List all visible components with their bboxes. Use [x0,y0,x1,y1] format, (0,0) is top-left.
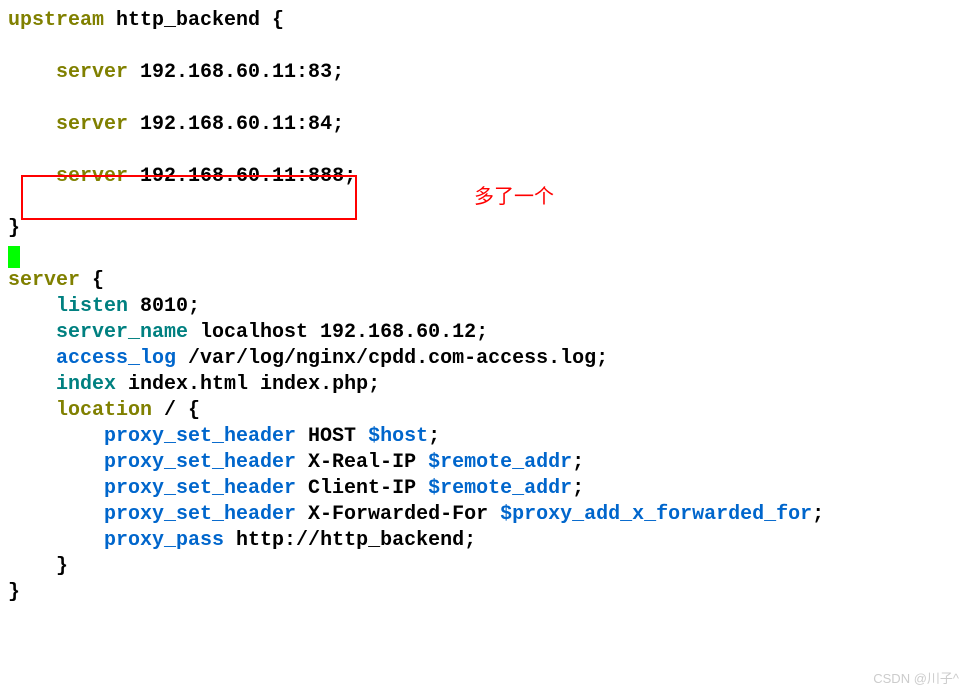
variable-remote-addr: $remote_addr [428,451,572,474]
code-line: server 192.168.60.11:83; [8,60,971,86]
code-line: server { [8,268,971,294]
variable-host: $host [368,425,428,448]
keyword-server: server [8,113,128,136]
code-line: access_log /var/log/nginx/cpdd.com-acces… [8,346,971,372]
code-line: listen 8010; [8,294,971,320]
keyword-server: server [8,269,80,292]
annotation-text: 多了一个 [474,184,554,210]
keyword-listen: listen [8,295,128,318]
code-block: upstream http_backend { server 192.168.6… [8,8,971,606]
watermark-text: CSDN @川子^ [873,671,959,688]
variable-proxy-add-x-forwarded-for: $proxy_add_x_forwarded_for [500,503,812,526]
cursor-icon [8,246,20,268]
keyword-location: location [8,399,152,422]
keyword-upstream: upstream [8,9,104,32]
blank-line [8,34,971,60]
cursor-line [8,242,971,268]
highlight-box [21,175,357,220]
keyword-proxy-set-header: proxy_set_header [8,451,296,474]
variable-remote-addr: $remote_addr [428,477,572,500]
code-line: proxy_set_header HOST $host; [8,424,971,450]
code-line-close-brace: } [8,580,971,606]
code-line: upstream http_backend { [8,8,971,34]
keyword-server: server [8,61,128,84]
code-line: index index.html index.php; [8,372,971,398]
code-line: proxy_pass http://http_backend; [8,528,971,554]
code-line-close-brace: } [8,554,971,580]
keyword-access-log: access_log [8,347,176,370]
code-line: location / { [8,398,971,424]
keyword-index: index [8,373,116,396]
code-line: server 192.168.60.11:84; [8,112,971,138]
blank-line [8,86,971,112]
keyword-proxy-set-header: proxy_set_header [8,477,296,500]
keyword-proxy-set-header: proxy_set_header [8,425,296,448]
code-line: proxy_set_header X-Forwarded-For $proxy_… [8,502,971,528]
keyword-proxy-set-header: proxy_set_header [8,503,296,526]
code-line: proxy_set_header Client-IP $remote_addr; [8,476,971,502]
keyword-server-name: server_name [8,321,188,344]
keyword-proxy-pass: proxy_pass [8,529,224,552]
code-line: proxy_set_header X-Real-IP $remote_addr; [8,450,971,476]
code-line: server_name localhost 192.168.60.12; [8,320,971,346]
blank-line [8,138,971,164]
